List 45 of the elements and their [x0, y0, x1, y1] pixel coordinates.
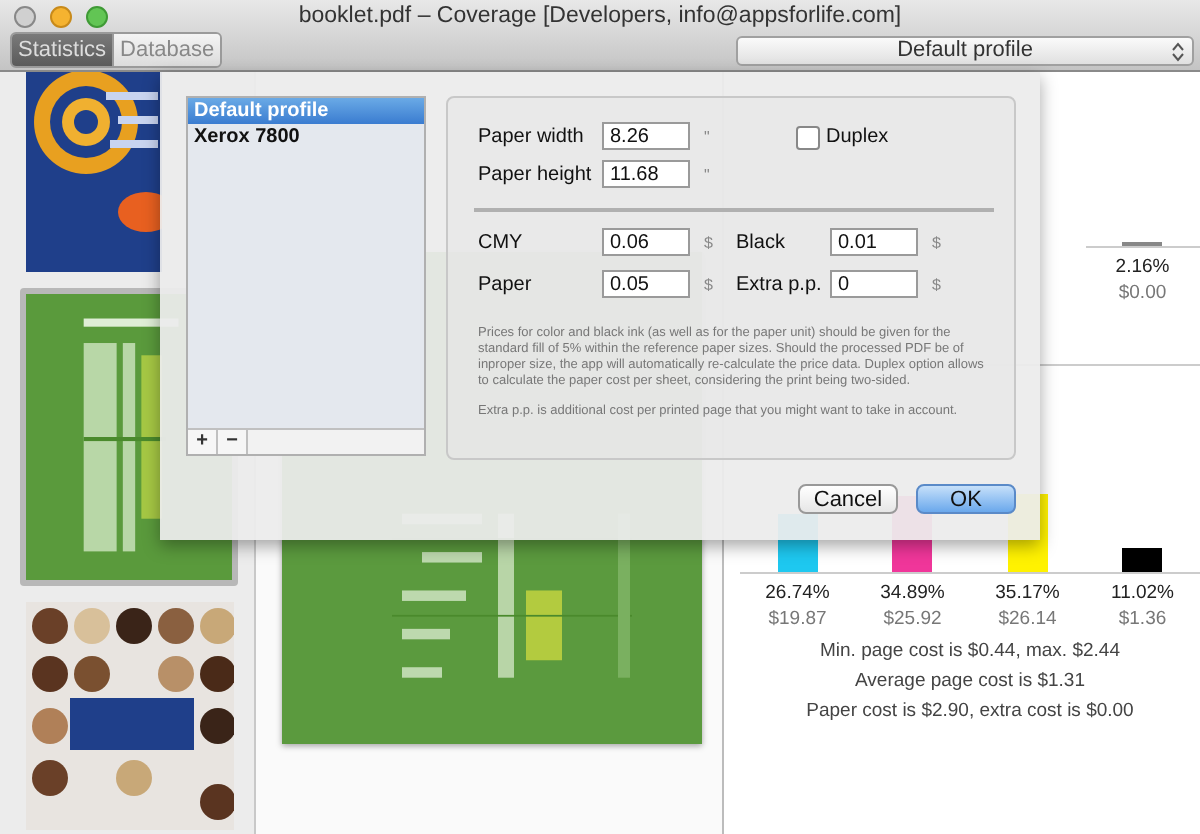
cost-label: $1.36: [1118, 608, 1167, 630]
field-label: CMY: [478, 231, 525, 253]
share-label: 2.16%: [1115, 256, 1170, 278]
checkbox[interactable]: [796, 125, 820, 149]
summary-text: Average page cost is $1.31: [853, 670, 1087, 692]
up-down-icon: [1172, 41, 1184, 61]
share-label: 35.17%: [995, 582, 1060, 604]
summary-text: Min. page cost is $0.44, max. $2.44: [818, 640, 1122, 662]
field-label: Paper width: [478, 125, 586, 147]
cost-label: $26.14: [998, 608, 1057, 630]
cost-label: $19.87: [768, 608, 827, 630]
field-label: Paper: [478, 273, 534, 295]
share-label: 26.74%: [765, 582, 830, 604]
field-label: Black: [736, 231, 787, 253]
checkbox-label: Duplex: [826, 126, 889, 148]
cancel-button[interactable]: Cancel: [798, 484, 898, 514]
input-field[interactable]: 11.68: [602, 160, 690, 188]
profile-popup[interactable]: Default profile: [736, 35, 1194, 65]
cost-label: $25.92: [883, 608, 942, 630]
unit-label: $: [704, 233, 715, 251]
profile-item[interactable]: Xerox 7800: [188, 124, 424, 150]
summary-text: Paper cost is $2.90, extra cost is $0.00: [804, 700, 1136, 722]
cost-label: $0.00: [1118, 282, 1167, 304]
unit-label: $: [704, 275, 715, 293]
input-field[interactable]: 0.06: [602, 228, 690, 256]
close-button[interactable]: [14, 6, 36, 28]
remove-button[interactable]: −: [218, 430, 248, 454]
field-label: Paper height: [478, 163, 594, 185]
share-label: 11.02%: [1110, 582, 1174, 604]
input-field[interactable]: 0.01: [830, 228, 918, 256]
window-title: booklet.pdf – Coverage [Developers, info@appsforlife.com]: [296, 2, 904, 28]
input-field[interactable]: 8.26: [602, 122, 690, 150]
field-label: Extra p.p.: [736, 273, 824, 295]
input-field[interactable]: 0.05: [602, 270, 690, 298]
unit-label: ": [704, 127, 712, 145]
unit-label: ": [704, 165, 712, 183]
add-button[interactable]: +: [188, 430, 218, 454]
share-label: 34.89%: [880, 582, 945, 604]
input-field[interactable]: 0: [830, 270, 918, 298]
unit-label: $: [932, 275, 943, 293]
view-tab[interactable]: Statistics: [12, 34, 113, 66]
unit-label: $: [932, 233, 943, 251]
zoom-button[interactable]: [86, 6, 108, 28]
ok-button[interactable]: OK: [916, 484, 1016, 514]
minimize-button[interactable]: [50, 6, 72, 28]
